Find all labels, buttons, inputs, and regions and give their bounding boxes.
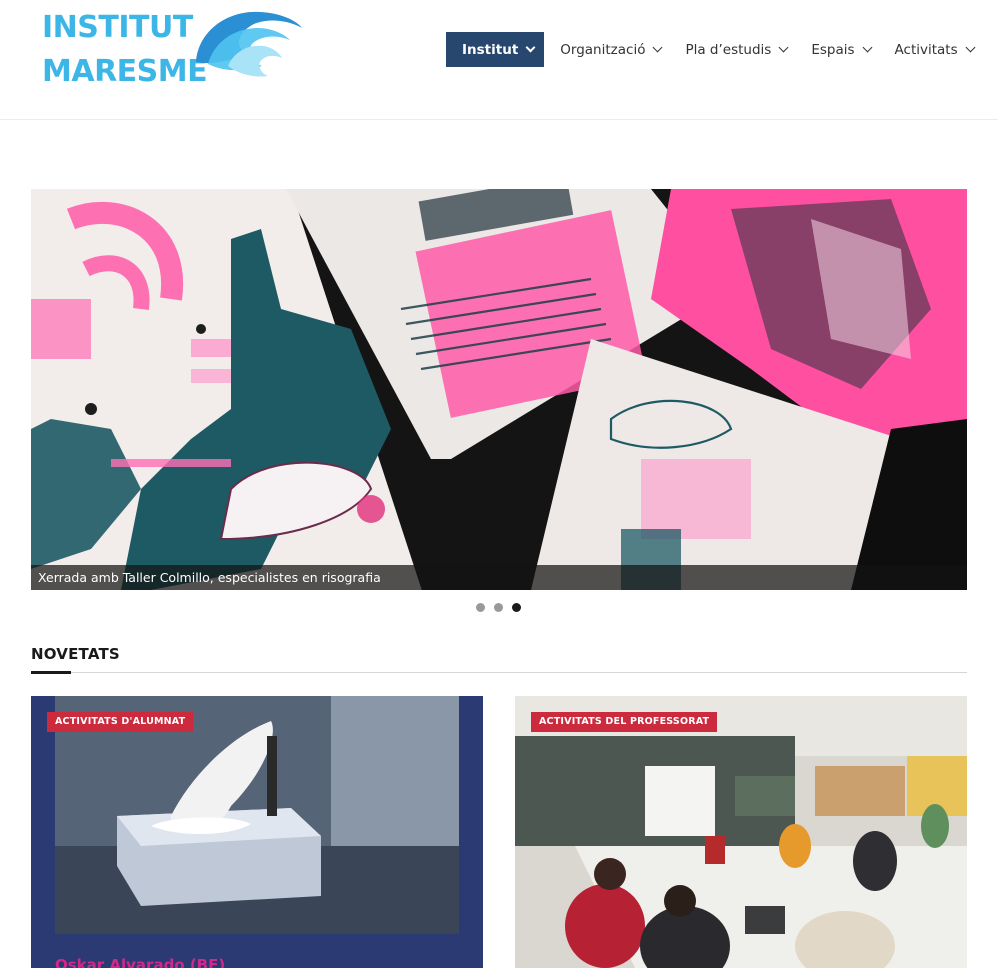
slide-caption-bar: Xerrada amb Taller Colmillo, especialist… xyxy=(31,565,967,590)
slide-caption: Xerrada amb Taller Colmillo, especialist… xyxy=(38,570,381,585)
nav-item-pla-estudis[interactable]: Pla d’estudis xyxy=(677,32,795,67)
logo-line-2: MARESME xyxy=(42,54,208,89)
site-header: INSTITUT MARESME Institut Organització P… xyxy=(0,0,998,120)
nav-item-organitzacio[interactable]: Organització xyxy=(552,32,669,67)
image-slider[interactable]: Xerrada amb Taller Colmillo, especialist… xyxy=(31,189,967,590)
wave-icon xyxy=(196,11,302,77)
nav-item-label: Organització xyxy=(560,41,646,58)
category-badge[interactable]: ACTIVITATS DEL PROFESSORAT xyxy=(531,712,718,732)
nav-item-institut[interactable]: Institut xyxy=(446,32,545,67)
slide-image xyxy=(31,189,967,590)
nav-item-espais[interactable]: Espais xyxy=(803,32,878,67)
site-logo[interactable]: INSTITUT MARESME xyxy=(42,6,302,92)
logo-line-1: INSTITUT xyxy=(42,10,193,45)
main-nav: Institut Organització Pla d’estudis Espa… xyxy=(446,32,990,67)
slider-dot-2[interactable] xyxy=(494,603,503,612)
nav-item-label: Pla d’estudis xyxy=(685,41,772,58)
nav-item-label: Espais xyxy=(811,41,855,58)
news-card-title[interactable]: Oskar Alvarado (BE) xyxy=(55,956,225,968)
chevron-down-icon xyxy=(653,42,663,53)
news-card-image xyxy=(31,696,483,968)
category-badge[interactable]: ACTIVITATS D'ALUMNAT xyxy=(47,712,194,732)
section-title-novetats: NOVETATS xyxy=(31,645,120,663)
nav-item-label: Institut xyxy=(462,41,519,58)
news-card[interactable]: ACTIVITATS DEL PROFESSORAT xyxy=(515,696,967,968)
chevron-down-icon xyxy=(525,42,536,53)
nav-item-label: Activitats xyxy=(894,41,958,58)
slider-pagination xyxy=(476,603,530,612)
chevron-down-icon xyxy=(862,42,872,53)
chevron-down-icon xyxy=(778,42,789,53)
chevron-down-icon xyxy=(965,42,976,53)
slider-dot-3[interactable] xyxy=(512,603,521,612)
slider-dot-1[interactable] xyxy=(476,603,485,612)
news-card[interactable]: ACTIVITATS D'ALUMNAT Oskar Alvarado (BE) xyxy=(31,696,483,968)
nav-item-activitats[interactable]: Activitats xyxy=(887,32,982,67)
section-divider xyxy=(31,672,967,673)
section-divider-accent xyxy=(31,671,71,674)
news-card-image xyxy=(515,696,967,968)
